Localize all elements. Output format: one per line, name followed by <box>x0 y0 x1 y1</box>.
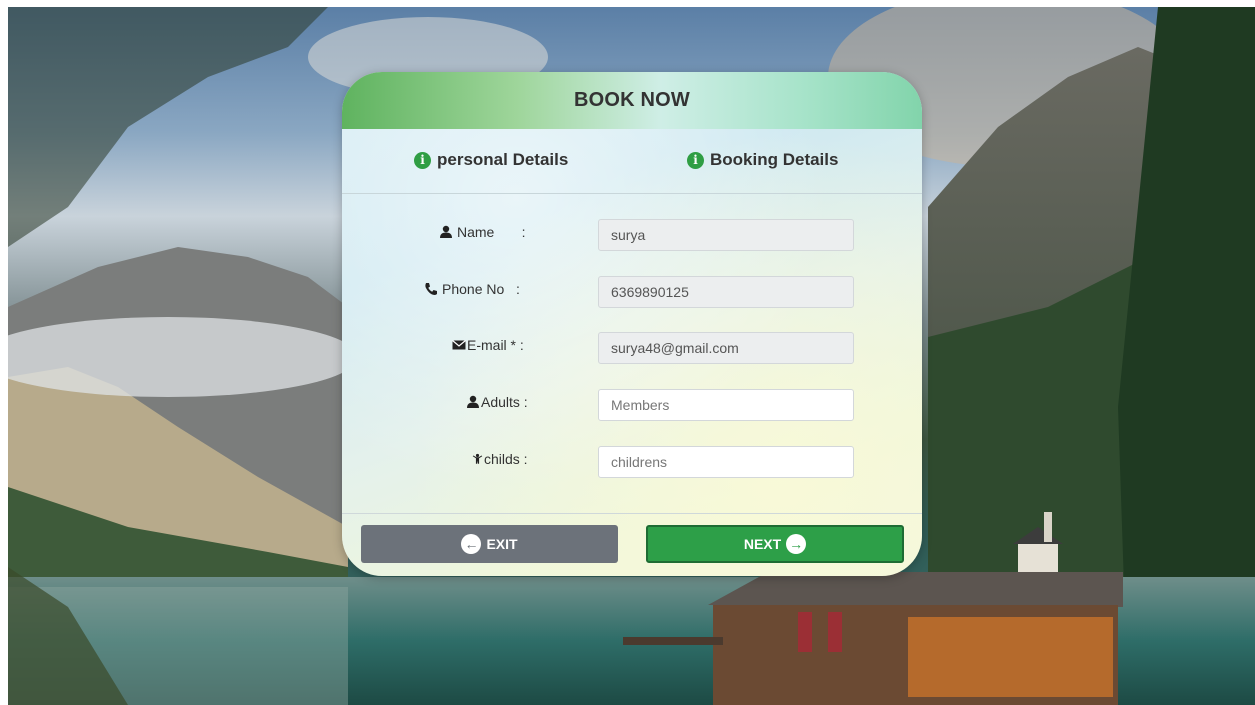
step-label: personal Details <box>437 150 569 169</box>
step-tabs: i personal Details i Booking Details <box>342 129 922 194</box>
phone-icon <box>425 283 437 295</box>
modal-header: BOOK NOW <box>342 72 922 129</box>
arrow-right-circle-icon: → <box>786 534 807 554</box>
name-label: Name : <box>439 215 525 249</box>
info-circle-icon: i <box>687 151 704 169</box>
childs-input[interactable] <box>598 446 854 478</box>
next-button[interactable]: NEXT → <box>646 525 904 563</box>
footer-divider <box>342 513 922 514</box>
childs-row: childs : <box>342 446 922 480</box>
childs-label: childs : <box>472 442 528 476</box>
adults-input[interactable] <box>598 389 854 421</box>
child-icon <box>472 453 483 464</box>
adults-row: Adults : <box>342 389 922 423</box>
email-label: E-mail * : <box>452 328 524 362</box>
phone-label: Phone No : <box>424 272 520 306</box>
user-icon <box>440 225 452 238</box>
name-field[interactable] <box>598 219 854 251</box>
envelope-icon <box>452 340 466 350</box>
email-field[interactable] <box>598 332 854 364</box>
arrow-left-circle-icon: ← <box>461 534 482 554</box>
booking-modal: BOOK NOW i personal Details i Booking De… <box>342 72 922 576</box>
name-row: Name : <box>342 219 922 253</box>
modal-title: BOOK NOW <box>573 89 691 111</box>
step-personal-details[interactable]: i personal Details <box>414 150 568 170</box>
email-row: E-mail * : <box>342 332 922 366</box>
phone-row: Phone No : <box>342 276 922 310</box>
phone-field[interactable] <box>598 276 854 308</box>
step-label: Booking Details <box>710 150 839 169</box>
info-circle-icon: i <box>414 151 431 169</box>
exit-button[interactable]: ← EXIT <box>361 525 618 563</box>
step-booking-details[interactable]: i Booking Details <box>687 150 838 170</box>
adults-label: Adults : <box>466 385 528 419</box>
user-icon <box>467 395 479 408</box>
